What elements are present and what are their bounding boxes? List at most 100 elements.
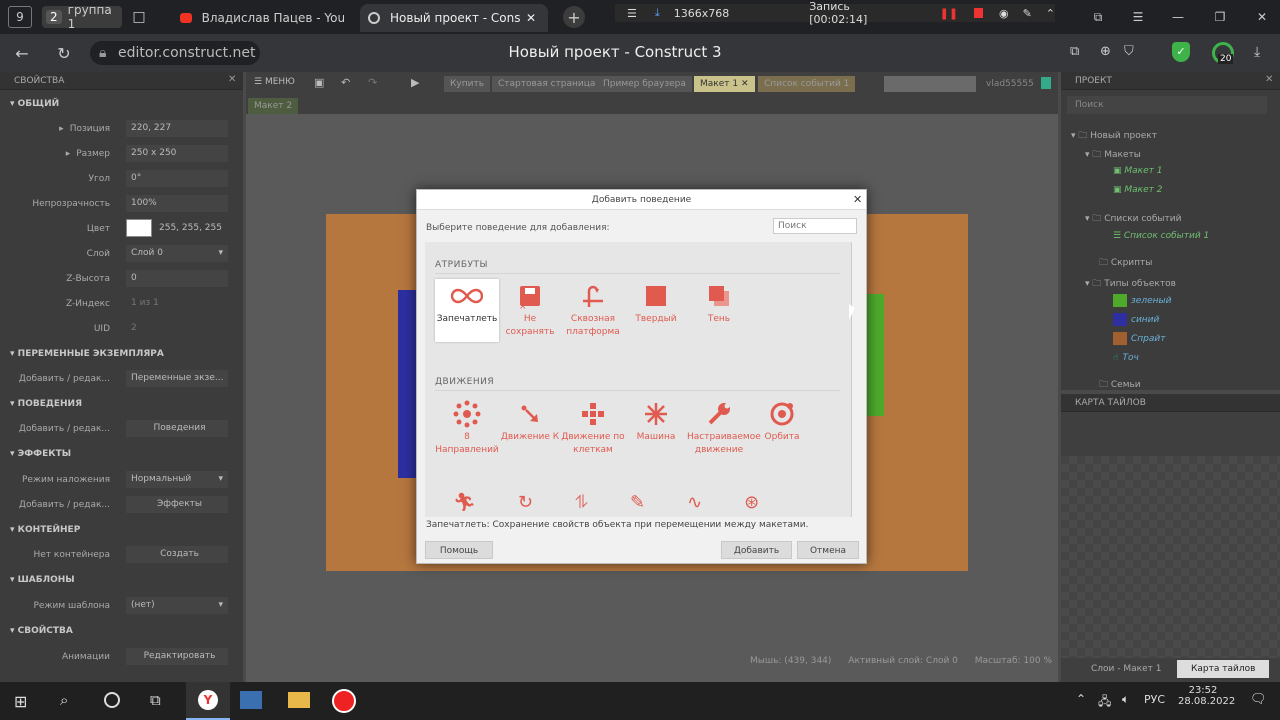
size-field[interactable]: 250 x 250 bbox=[126, 145, 228, 162]
tab-layers[interactable]: Слои - Макет 1 bbox=[1085, 660, 1167, 678]
save-icon[interactable]: ▣ bbox=[314, 76, 324, 89]
color-field[interactable]: 255, 255, 255 bbox=[154, 220, 228, 237]
section-behaviors[interactable]: ▾ ПОВЕДЕНИЯ bbox=[10, 399, 82, 409]
collections-icon[interactable]: ⧉ bbox=[1090, 6, 1106, 28]
close-dialog-icon[interactable]: ✕ bbox=[853, 193, 862, 206]
network-icon[interactable]: 🖧︎ bbox=[1098, 692, 1111, 713]
clock[interactable]: 23:52 28.08.2022 bbox=[1178, 685, 1235, 707]
section-container[interactable]: ▾ КОНТЕЙНЕР bbox=[10, 525, 80, 535]
toolbar-button[interactable] bbox=[884, 76, 976, 92]
avatar[interactable] bbox=[1041, 77, 1051, 89]
add-button[interactable]: Добавить bbox=[721, 541, 792, 559]
folder-icon[interactable] bbox=[288, 692, 310, 708]
tree-layout-1[interactable]: ▣ Макет 1 bbox=[1113, 166, 1162, 176]
section-templates[interactable]: ▾ ШАБЛОНЫ bbox=[10, 575, 75, 585]
behaviors-button[interactable]: Поведения bbox=[126, 420, 228, 437]
yandex-browser-button[interactable]: Y bbox=[186, 682, 230, 720]
tree-layouts[interactable]: ▾ 🗀︎ Макеты bbox=[1085, 147, 1141, 163]
tab-tilemap[interactable]: Карта тайлов bbox=[1177, 660, 1270, 678]
minimize-icon[interactable]: — bbox=[1170, 6, 1186, 28]
section-effects[interactable]: ▾ ЭФФЕКТЫ bbox=[10, 449, 71, 459]
tab-layout-2[interactable]: Макет 2 bbox=[248, 98, 299, 114]
effects-button[interactable]: Эффекты bbox=[126, 496, 228, 513]
blend-mode-select[interactable]: Нормальный ▾ bbox=[126, 471, 228, 488]
behavior-8-direction[interactable]: 8 Направлений bbox=[435, 397, 499, 457]
close-tab-icon[interactable]: ✕ bbox=[741, 79, 749, 89]
close-panel-icon[interactable]: ✕ bbox=[1265, 74, 1273, 85]
tilemap-canvas[interactable] bbox=[1061, 456, 1280, 658]
tab-construct[interactable]: Новый проект - Construct 3 ✕ bbox=[360, 4, 548, 32]
language-indicator[interactable]: РУС bbox=[1144, 693, 1165, 706]
instance-vars-button[interactable]: Переменные экзе... bbox=[126, 370, 228, 387]
tree-object-green[interactable]: зеленый bbox=[1113, 294, 1171, 307]
sprite-green[interactable] bbox=[866, 294, 884, 416]
template-mode-select[interactable]: (нет) ▾ bbox=[126, 597, 228, 614]
pen-icon[interactable]: ✎ bbox=[1023, 7, 1032, 20]
pause-icon[interactable]: ❚❚ bbox=[940, 7, 958, 20]
volume-icon[interactable]: 🔈︎ bbox=[1122, 692, 1129, 707]
undo-icon[interactable]: ↶ bbox=[341, 76, 350, 89]
tray-chevron-icon[interactable]: ⌃ bbox=[1076, 692, 1086, 706]
behavior-tile-movement[interactable]: Движение по клеткам bbox=[561, 397, 625, 457]
section-properties[interactable]: ▾ СВОЙСТВА bbox=[10, 626, 73, 636]
behavior-jump-thru[interactable]: Сквозная платформа bbox=[561, 279, 625, 339]
tab-start-page[interactable]: Стартовая страница bbox=[492, 76, 602, 92]
tab-event-sheet-1[interactable]: Список событий 1 bbox=[758, 76, 856, 92]
behavior-persist[interactable]: Запечатлеть bbox=[435, 279, 499, 342]
app-icon[interactable] bbox=[240, 691, 262, 709]
color-swatch[interactable] bbox=[126, 219, 152, 237]
workspaces-button[interactable]: 9 bbox=[8, 6, 32, 28]
behavior-solid[interactable]: Твердый bbox=[624, 279, 688, 326]
tab-browser-example[interactable]: Пример браузера bbox=[597, 76, 692, 92]
tree-families[interactable]: 🗀︎ Семьи bbox=[1099, 377, 1141, 393]
username[interactable]: vlad55555 bbox=[986, 79, 1034, 89]
menu-icon[interactable]: ☰ bbox=[627, 7, 637, 20]
tab-youtube[interactable]: Владислав Пацев - YouTube bbox=[172, 4, 352, 32]
tree-object-sprite[interactable]: Спрайт bbox=[1113, 332, 1166, 345]
camera-icon[interactable]: ◉ bbox=[999, 7, 1009, 20]
maximize-icon[interactable]: ❐ bbox=[1212, 6, 1228, 28]
help-button[interactable]: Помощь bbox=[425, 541, 493, 559]
notifications-icon[interactable]: 🗨︎ bbox=[1250, 692, 1267, 707]
windows-start-icon[interactable]: ⊞ bbox=[14, 692, 27, 711]
z-elevation-field[interactable]: 0 bbox=[126, 270, 228, 287]
tab-layout-1[interactable]: Макет 1 ✕ bbox=[694, 76, 755, 92]
opacity-field[interactable]: 100% bbox=[126, 195, 228, 212]
tree-event-sheet-1[interactable]: ☰ Список событий 1 bbox=[1113, 231, 1209, 241]
tree-object-blue[interactable]: синий bbox=[1113, 313, 1159, 326]
tree-object-touch[interactable]: ☝︎ Точ bbox=[1113, 353, 1139, 363]
section-general[interactable]: ▾ ОБЩИЙ bbox=[10, 99, 59, 109]
search-icon[interactable]: ⌕ bbox=[60, 691, 68, 709]
play-icon[interactable]: ▶ bbox=[411, 76, 419, 89]
close-panel-icon[interactable]: ✕ bbox=[228, 74, 236, 85]
cortana-icon[interactable] bbox=[104, 692, 120, 708]
behavior-no-save[interactable]: × Не сохранять bbox=[498, 279, 562, 339]
tree-event-sheets[interactable]: ▾ 🗀︎ Списки событий bbox=[1085, 211, 1181, 227]
pin-icon[interactable]: ⤓ bbox=[655, 6, 660, 20]
behavior-list[interactable]: АТРИБУТЫ Запечатлеть × Не сохранять Скво… bbox=[425, 242, 852, 517]
layer-select[interactable]: Слой 0 ▾ bbox=[126, 245, 228, 262]
close-window-icon[interactable]: ✕ bbox=[1254, 6, 1270, 28]
new-folder-icon[interactable]: □ bbox=[128, 6, 150, 28]
task-view-icon[interactable]: ⧉ bbox=[150, 691, 161, 709]
tree-layout-2[interactable]: ▣ Макет 2 bbox=[1113, 185, 1162, 195]
create-container-button[interactable]: Создать bbox=[126, 546, 228, 563]
behavior-search-input[interactable] bbox=[773, 218, 857, 234]
behavior-custom[interactable]: Настраиваемое движение bbox=[687, 397, 761, 457]
section-instance-vars[interactable]: ▾ ПЕРЕМЕННЫЕ ЭКЗЕМПЛЯРА bbox=[10, 349, 164, 359]
angle-field[interactable]: 0° bbox=[126, 170, 228, 187]
bookmark-icon[interactable]: ⛉ bbox=[1124, 44, 1134, 59]
stop-icon[interactable] bbox=[974, 8, 983, 18]
tree-root[interactable]: ▾ 🗀︎ Новый проект bbox=[1071, 128, 1157, 144]
recorder-icon[interactable] bbox=[332, 689, 356, 713]
behavior-move-to[interactable]: Движение К bbox=[498, 397, 562, 444]
behavior-shadow[interactable]: Тень bbox=[687, 279, 751, 326]
redo-icon[interactable]: ↷ bbox=[368, 76, 377, 89]
browser-menu-icon[interactable]: ☰ bbox=[1130, 6, 1146, 28]
position-field[interactable]: 220, 227 bbox=[126, 120, 228, 137]
new-tab-button[interactable]: + bbox=[563, 6, 585, 28]
tab-buy[interactable]: Купить bbox=[444, 76, 490, 92]
zoom-icon[interactable]: ⊕ bbox=[1100, 44, 1111, 59]
behavior-car[interactable]: Машина bbox=[624, 397, 688, 444]
close-tab-icon[interactable]: ✕ bbox=[526, 11, 536, 25]
